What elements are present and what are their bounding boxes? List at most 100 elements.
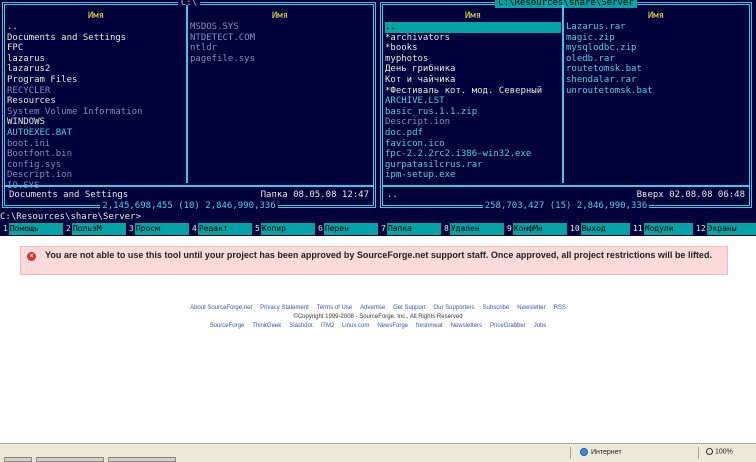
function-key-9[interactable]: 9 КонфМн	[504, 223, 567, 235]
file-entry[interactable]: System Volume Information	[7, 107, 185, 118]
footer-link[interactable]: Privacy Statement	[260, 305, 309, 311]
footer-link[interactable]: NewsForge	[377, 323, 408, 329]
right-file-panel[interactable]: C:\Resources\share\Server Имя .. *archiva…	[380, 0, 752, 212]
file-entry[interactable]: magic.zip	[566, 33, 746, 44]
function-key-label: Редакт	[197, 223, 252, 235]
function-key-number: 12	[693, 223, 707, 235]
taskbar-button[interactable]	[36, 457, 104, 462]
function-key-7[interactable]: 7 Папка	[378, 223, 441, 235]
file-entry[interactable]: ..	[385, 22, 561, 33]
file-entry[interactable]: MSDOS.SYS	[190, 22, 370, 33]
function-key-label: КонфМн	[512, 223, 567, 235]
file-entry[interactable]: oledb.rar	[566, 54, 746, 65]
footer-link[interactable]: Get Support	[393, 305, 425, 311]
file-entry[interactable]: mysqlodbc.zip	[566, 43, 746, 54]
function-key-label: ПользМ	[71, 223, 126, 235]
column-header: Имя	[271, 11, 289, 21]
left-panel-title: C:\	[5, 0, 373, 9]
file-entry[interactable]: Кот и чайчика	[385, 75, 561, 86]
zoom-level: 100%	[715, 448, 733, 456]
function-key-label: Просм	[134, 223, 189, 235]
function-key-number: 6	[315, 223, 324, 235]
left-panel-stats: 2,145,698,455 (10) 2,846,990,336	[100, 201, 278, 212]
function-key-12[interactable]: 12 Экраны	[693, 223, 756, 235]
footer-link[interactable]: freshmeat	[416, 323, 443, 329]
function-key-1[interactable]: 1 Помощь	[0, 223, 63, 235]
function-key-number: 10	[567, 223, 581, 235]
footer-link[interactable]: Subscribe	[483, 305, 510, 311]
right-panel-column-divider	[562, 5, 564, 183]
file-entry[interactable]: Bootfont.bin	[7, 149, 185, 160]
file-entry[interactable]: Resources	[7, 96, 185, 107]
file-entry[interactable]: Descript.ion	[385, 117, 561, 128]
taskbar-button[interactable]	[108, 457, 176, 462]
function-key-8[interactable]: 8 Удален	[441, 223, 504, 235]
footer-link[interactable]: ThinkGeek	[252, 323, 281, 329]
taskbar-button[interactable]	[4, 457, 32, 462]
file-entry[interactable]: ..	[7, 22, 185, 33]
file-entry[interactable]: ntldr	[190, 43, 370, 54]
file-entry[interactable]: shendalar.rar	[566, 75, 746, 86]
file-entry[interactable]: favicon.ico	[385, 139, 561, 150]
file-entry[interactable]: boot.ini	[7, 139, 185, 150]
file-entry[interactable]: lazarus2	[7, 64, 185, 75]
function-key-10[interactable]: 10 Выход	[567, 223, 630, 235]
footer-link[interactable]: Newsletter	[517, 305, 545, 311]
footer-link[interactable]: PriceGrabber	[490, 323, 526, 329]
file-entry[interactable]: pagefile.sys	[190, 54, 370, 65]
left-panel-column-divider	[186, 5, 188, 183]
function-key-5[interactable]: 5 Копир	[252, 223, 315, 235]
file-entry[interactable]: ipm-setup.exe	[385, 170, 561, 181]
function-key-number: 3	[126, 223, 135, 235]
file-entry[interactable]: lazarus	[7, 54, 185, 65]
file-entry[interactable]: *Фестиваль кот. мод. Северный	[385, 86, 561, 97]
file-entry[interactable]: unroutetomsk.bat	[566, 86, 746, 97]
function-key-label: Экраны	[706, 223, 756, 235]
file-entry[interactable]: basic_rus.1.1.zip	[385, 107, 561, 118]
zoom-control[interactable]: 100%	[706, 448, 733, 455]
left-panel-column-1: Имя .. Documents and Settings FPC lazarus la…	[7, 11, 185, 192]
file-entry[interactable]: *books	[385, 43, 561, 54]
file-entry[interactable]: Documents and Settings	[7, 33, 185, 44]
file-entry[interactable]: RECYCLER	[7, 86, 185, 97]
left-file-panel[interactable]: C:\ Имя .. Documents and Settings FPC lazar…	[2, 0, 376, 212]
file-entry[interactable]: WINDOWS	[7, 117, 185, 128]
function-key-6[interactable]: 6 Перен	[315, 223, 378, 235]
footer-link[interactable]: SourceForge	[210, 323, 245, 329]
file-entry[interactable]: Descript.ion	[7, 170, 185, 181]
status-divider	[698, 447, 699, 459]
file-entry[interactable]: gurpatasilcrus.rar	[385, 160, 561, 171]
footer-link[interactable]: Newsletters	[451, 323, 482, 329]
footer-link[interactable]: Advertise	[360, 305, 385, 311]
file-entry[interactable]: FPC	[7, 43, 185, 54]
file-entry[interactable]: Lazarus.rar	[566, 22, 746, 33]
function-key-2[interactable]: 2 ПользМ	[63, 223, 126, 235]
footer-link[interactable]: Linux.com	[342, 323, 369, 329]
current-file-name: Documents and Settings	[9, 190, 129, 200]
file-entry[interactable]: Program Files	[7, 75, 185, 86]
command-line[interactable]: C:\Resources\share\Server>	[0, 212, 756, 223]
footer-link[interactable]: ITMJ	[321, 323, 334, 329]
file-entry[interactable]: fpc-2.2.2rc2.i386-win32.exe	[385, 149, 561, 160]
file-entry[interactable]: config.sys	[7, 160, 185, 171]
file-entry[interactable]: myphotos	[385, 54, 561, 65]
file-entry[interactable]: *archivators	[385, 33, 561, 44]
file-entry[interactable]: ARCHIVE.LST	[385, 96, 561, 107]
footer-link[interactable]: RSS	[554, 305, 566, 311]
file-entry[interactable]: doc.pdf	[385, 128, 561, 139]
right-panel-column-1: Имя .. *archivators *books myphotos День гри…	[385, 11, 561, 181]
file-entry[interactable]: AUTOEXEC.BAT	[7, 128, 185, 139]
file-entry[interactable]: NTDETECT.COM	[190, 33, 370, 44]
footer-link[interactable]: About SourceForge.net	[190, 305, 252, 311]
footer-link[interactable]: Jobs	[534, 323, 547, 329]
file-entry[interactable]: День грибника	[385, 64, 561, 75]
function-key-3[interactable]: 3 Просм	[126, 223, 189, 235]
function-key-11[interactable]: 11 Модули	[630, 223, 693, 235]
file-entry[interactable]: routetomsk.bat	[566, 64, 746, 75]
footer-link[interactable]: Terms of Use	[317, 305, 352, 311]
footer-link[interactable]: Our Supporters	[434, 305, 475, 311]
footer-link[interactable]: Slashdot	[289, 323, 312, 329]
function-key-number: 5	[252, 223, 261, 235]
function-key-4[interactable]: 4 Редакт	[189, 223, 252, 235]
left-panel-footer-divider	[5, 185, 373, 187]
